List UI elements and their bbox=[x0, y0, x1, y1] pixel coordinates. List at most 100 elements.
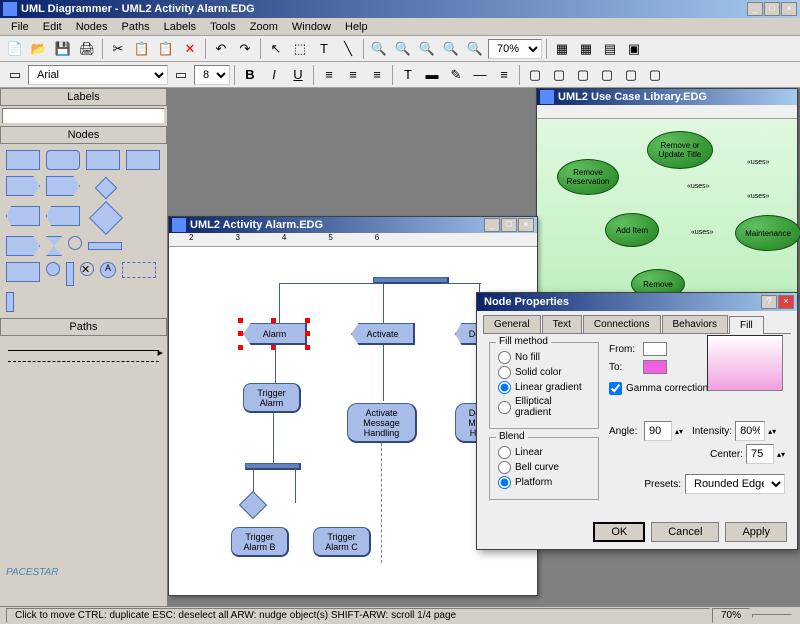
shape-arrow3[interactable] bbox=[6, 236, 40, 256]
tab-connections[interactable]: Connections bbox=[583, 315, 661, 333]
size-combo[interactable]: 8 bbox=[194, 65, 230, 85]
shape-rect2[interactable] bbox=[126, 150, 160, 170]
usecase-maintenance[interactable]: Maintenance bbox=[735, 215, 800, 251]
tab-text[interactable]: Text bbox=[542, 315, 582, 333]
shape-folder[interactable] bbox=[86, 150, 120, 170]
minimize-button[interactable]: _ bbox=[747, 2, 763, 16]
delete-icon[interactable]: ✕ bbox=[179, 38, 201, 60]
connector-icon[interactable]: ╲ bbox=[337, 38, 359, 60]
copy-icon[interactable]: 📋 bbox=[131, 38, 153, 60]
linecolor-icon[interactable]: ✎ bbox=[445, 64, 467, 86]
align-center-icon[interactable]: ≡ bbox=[342, 64, 364, 86]
new-icon[interactable]: 📄 bbox=[4, 38, 26, 60]
undo-icon[interactable]: ↶ bbox=[210, 38, 232, 60]
to-color-swatch[interactable] bbox=[643, 360, 667, 374]
layers-icon[interactable]: ▤ bbox=[599, 38, 621, 60]
menu-window[interactable]: Window bbox=[285, 21, 338, 33]
lineweight-icon[interactable]: ≡ bbox=[493, 64, 515, 86]
italic-button[interactable]: I bbox=[263, 64, 285, 86]
shape-roundrect[interactable] bbox=[46, 150, 80, 170]
cancel-button[interactable]: Cancel bbox=[651, 522, 719, 542]
menu-file[interactable]: File bbox=[4, 21, 36, 33]
angle-input[interactable] bbox=[644, 421, 672, 441]
shape-signal2[interactable] bbox=[46, 206, 80, 226]
menu-tools[interactable]: Tools bbox=[203, 21, 243, 33]
labels-header[interactable]: Labels bbox=[0, 88, 167, 106]
shape-bar[interactable] bbox=[88, 242, 122, 250]
snap-icon[interactable]: ▦ bbox=[575, 38, 597, 60]
open-icon[interactable]: 📂 bbox=[28, 38, 50, 60]
radio-blend-bell[interactable]: Bell curve bbox=[498, 461, 590, 474]
node-decision[interactable] bbox=[239, 491, 267, 519]
shape-signal[interactable] bbox=[6, 206, 40, 226]
shape-vbar2[interactable] bbox=[6, 292, 14, 312]
text-icon[interactable]: T bbox=[313, 38, 335, 60]
align-icon[interactable]: ▢ bbox=[644, 64, 666, 86]
from-color-swatch[interactable] bbox=[643, 342, 667, 356]
zoom-combo[interactable]: 70% bbox=[488, 39, 542, 59]
shape-hourglass[interactable] bbox=[46, 236, 62, 256]
style-icon[interactable]: ▭ bbox=[4, 64, 26, 86]
shape-dashed[interactable] bbox=[122, 262, 156, 278]
apply-button[interactable]: Apply bbox=[725, 522, 787, 542]
zoom-out-icon[interactable]: 🔍 bbox=[392, 38, 414, 60]
nodes-header[interactable]: Nodes bbox=[0, 126, 167, 144]
radio-no-fill[interactable]: No fill bbox=[498, 351, 590, 364]
textcolor-icon[interactable]: T bbox=[397, 64, 419, 86]
radio-solid[interactable]: Solid color bbox=[498, 366, 590, 379]
zoom-in-icon[interactable]: 🔍 bbox=[368, 38, 390, 60]
path-solid-arrow[interactable]: ▸ bbox=[8, 350, 159, 351]
paths-header[interactable]: Paths bbox=[0, 318, 167, 336]
radio-elliptical[interactable]: Elliptical gradient bbox=[498, 396, 590, 418]
node-activate[interactable]: Activate bbox=[351, 323, 415, 345]
menu-edit[interactable]: Edit bbox=[36, 21, 69, 33]
fillcolor-icon[interactable]: ▬ bbox=[421, 64, 443, 86]
usecase-remove-reservation[interactable]: Remove Reservation bbox=[557, 159, 619, 195]
redo-icon[interactable]: ↷ bbox=[234, 38, 256, 60]
node-fork-bar[interactable] bbox=[373, 277, 449, 284]
shape-arrow[interactable] bbox=[6, 176, 40, 196]
menu-labels[interactable]: Labels bbox=[157, 21, 203, 33]
tab-behaviors[interactable]: Behaviors bbox=[662, 315, 728, 333]
usecase-remove-update[interactable]: Remove or Update Title bbox=[647, 131, 713, 169]
front-icon[interactable]: ▢ bbox=[524, 64, 546, 86]
select-icon[interactable]: ⬚ bbox=[289, 38, 311, 60]
tab-general[interactable]: General bbox=[483, 315, 541, 333]
font-combo[interactable]: Arial bbox=[28, 65, 168, 85]
doc-minimize-button[interactable]: _ bbox=[484, 218, 500, 232]
underline-button[interactable]: U bbox=[287, 64, 309, 86]
shape-circle-dot[interactable] bbox=[46, 262, 60, 276]
zoom-actual-icon[interactable]: 🔍 bbox=[464, 38, 486, 60]
node-activate-msg[interactable]: Activate Message Handling bbox=[347, 403, 417, 443]
shape-rect[interactable] bbox=[6, 150, 40, 170]
save-icon[interactable]: 💾 bbox=[52, 38, 74, 60]
tab-fill[interactable]: Fill bbox=[729, 316, 764, 334]
path-dashed[interactable] bbox=[8, 361, 159, 362]
shape-arrow2[interactable] bbox=[46, 176, 80, 196]
style2-icon[interactable]: ▭ bbox=[170, 64, 192, 86]
ok-button[interactable]: OK bbox=[593, 522, 645, 542]
radio-blend-linear[interactable]: Linear bbox=[498, 446, 590, 459]
center-input[interactable] bbox=[746, 444, 774, 464]
menu-zoom[interactable]: Zoom bbox=[243, 21, 285, 33]
shape-vbar[interactable] bbox=[66, 262, 74, 286]
dialog-help-button[interactable]: ? bbox=[761, 295, 777, 309]
node-alarm[interactable]: Alarm bbox=[243, 323, 307, 345]
flip-h-icon[interactable]: ▢ bbox=[572, 64, 594, 86]
shape-note[interactable] bbox=[6, 262, 40, 282]
shape-circle-a[interactable]: A bbox=[100, 262, 116, 278]
print-icon[interactable]: 🖨 bbox=[76, 38, 98, 60]
doc-maximize-button[interactable]: □ bbox=[501, 218, 517, 232]
close-button[interactable]: × bbox=[781, 2, 797, 16]
paste-icon[interactable]: 📋 bbox=[155, 38, 177, 60]
shape-circle-x[interactable]: ✕ bbox=[80, 262, 94, 276]
linestyle-icon[interactable]: — bbox=[469, 64, 491, 86]
node-trigger-c[interactable]: Trigger Alarm C bbox=[313, 527, 371, 557]
menu-help[interactable]: Help bbox=[338, 21, 375, 33]
shape-diamond[interactable] bbox=[89, 201, 123, 235]
zoom-fit-icon[interactable]: 🔍 bbox=[416, 38, 438, 60]
radio-blend-platform[interactable]: Platform bbox=[498, 476, 590, 489]
maximize-button[interactable]: □ bbox=[764, 2, 780, 16]
menu-nodes[interactable]: Nodes bbox=[69, 21, 115, 33]
cut-icon[interactable]: ✂ bbox=[107, 38, 129, 60]
